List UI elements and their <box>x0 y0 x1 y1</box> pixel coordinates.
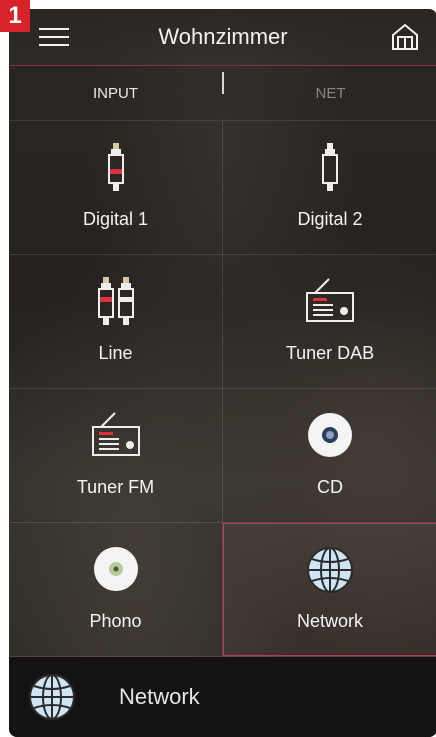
current-source-label: Network <box>119 684 200 709</box>
radio-icon <box>306 278 354 322</box>
radio-icon <box>91 412 140 456</box>
input-label: Network <box>296 611 363 631</box>
globe-icon <box>29 674 75 720</box>
input-label: Digital 2 <box>297 209 363 229</box>
tab-net[interactable]: NET <box>224 66 436 120</box>
hamburger-menu-icon[interactable] <box>39 22 69 52</box>
input-network[interactable]: Network <box>223 523 436 657</box>
room-title: Wohnzimmer <box>158 24 288 49</box>
step-number-badge: 1 <box>0 0 30 32</box>
input-cd[interactable]: CD <box>223 389 436 523</box>
input-label: Tuner FM <box>76 477 155 497</box>
input-label: Line <box>98 343 133 363</box>
home-icon[interactable] <box>389 21 421 53</box>
cd-icon <box>308 413 352 457</box>
header-bar: Wohnzimmer <box>9 9 436 66</box>
input-label: Tuner DAB <box>285 343 375 363</box>
input-tuner-fm[interactable]: Tuner FM <box>9 389 223 523</box>
rca-white-plug-icon <box>322 143 338 191</box>
input-line[interactable]: Line <box>9 255 223 389</box>
globe-icon <box>307 547 353 593</box>
vinyl-icon <box>93 547 138 591</box>
input-label: Digital 1 <box>82 209 149 229</box>
source-tabs: INPUT NET <box>9 66 436 121</box>
input-phono[interactable]: Phono <box>9 523 223 657</box>
now-playing-bar[interactable]: Network <box>9 657 436 737</box>
tab-input[interactable]: INPUT <box>9 66 222 120</box>
input-grid: Digital 1 Digital 2 Line Tuner DAB Tuner… <box>9 121 436 657</box>
app-screen: Wohnzimmer INPUT NET Digital 1 Digital 2… <box>9 9 436 737</box>
input-digital-1[interactable]: Digital 1 <box>9 121 223 255</box>
rca-pair-plug-icon <box>97 277 134 325</box>
input-tuner-dab[interactable]: Tuner DAB <box>223 255 436 389</box>
input-digital-2[interactable]: Digital 2 <box>223 121 436 255</box>
input-label: CD <box>317 477 343 497</box>
rca-red-plug-icon <box>107 143 124 191</box>
input-label: Phono <box>89 611 142 631</box>
